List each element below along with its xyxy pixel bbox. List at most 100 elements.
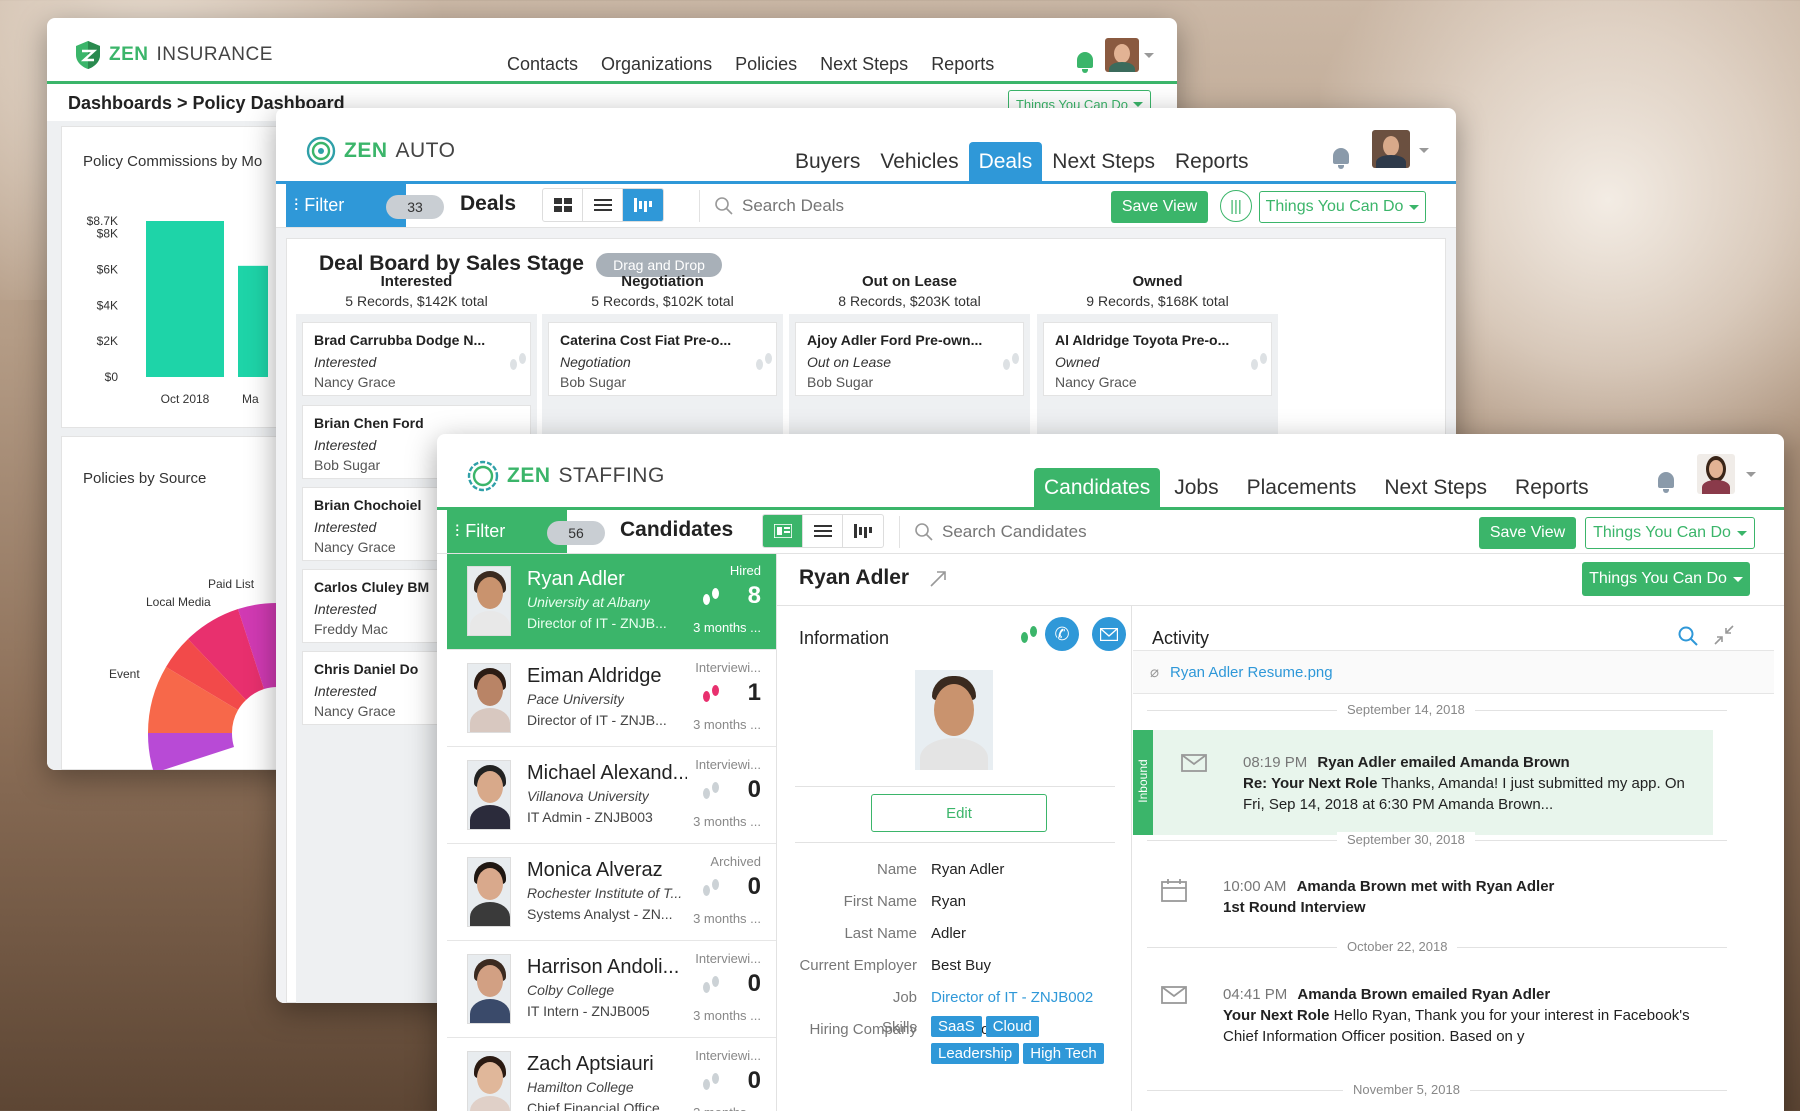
candidate-school: Pace University bbox=[527, 691, 625, 707]
list-view-button[interactable] bbox=[583, 189, 623, 221]
skill-tag[interactable]: Leadership bbox=[931, 1043, 1020, 1064]
candidate-item[interactable]: Eiman Aldridge Pace University Director … bbox=[447, 651, 776, 747]
nav-vehicles[interactable]: Vehicles bbox=[870, 142, 968, 182]
nav-reports[interactable]: Reports bbox=[931, 54, 994, 75]
avatar[interactable] bbox=[1697, 454, 1735, 494]
avatar[interactable] bbox=[1372, 130, 1410, 168]
avatar[interactable] bbox=[1105, 38, 1139, 72]
nav-reports[interactable]: Reports bbox=[1501, 468, 1603, 508]
deal-card[interactable]: Brad Carrubba Dodge N... Interested Nanc… bbox=[302, 322, 531, 396]
footprints-icon[interactable] bbox=[510, 353, 528, 373]
y-tick-label: $8K bbox=[97, 227, 118, 241]
kanban-view-button[interactable] bbox=[843, 515, 883, 547]
filter-label: Filter bbox=[465, 521, 506, 541]
edit-button[interactable]: Edit bbox=[871, 794, 1047, 832]
phone-icon[interactable]: ✆ bbox=[1045, 617, 1079, 651]
auto-toolbar: ⫶ Filter 33 Deals Save View ||| Things Y… bbox=[276, 184, 1456, 228]
paperclip-icon: ⌀ bbox=[1150, 664, 1160, 681]
candidate-age: 3 months ... bbox=[693, 814, 761, 829]
bell-icon[interactable] bbox=[1331, 148, 1351, 170]
skill-tag[interactable]: High Tech bbox=[1023, 1043, 1104, 1064]
attachment-link[interactable]: Ryan Adler Resume.png bbox=[1170, 664, 1333, 681]
chevron-down-icon bbox=[1736, 530, 1747, 536]
candidate-item[interactable]: Ryan Adler University at Albany Director… bbox=[447, 554, 776, 650]
legend-label-paid-list: Paid List bbox=[208, 577, 255, 591]
search-box[interactable] bbox=[899, 516, 1279, 548]
card-view-button[interactable] bbox=[763, 515, 803, 547]
things-you-can-do-button[interactable]: Things You Can Do bbox=[1585, 517, 1755, 549]
nav-next-steps[interactable]: Next Steps bbox=[820, 54, 908, 75]
nav-reports[interactable]: Reports bbox=[1165, 142, 1259, 182]
email-icon bbox=[1161, 986, 1187, 1004]
board-view-button[interactable] bbox=[543, 189, 583, 221]
candidate-photo bbox=[467, 663, 511, 733]
footprints-icon[interactable] bbox=[1021, 626, 1039, 646]
candidate-status: Interviewi... bbox=[695, 951, 761, 966]
list-view-button[interactable] bbox=[803, 515, 843, 547]
skill-tag[interactable]: SaaS bbox=[931, 1016, 982, 1037]
stage-summary: 5 Records, $142K total bbox=[345, 293, 488, 309]
nav-deals[interactable]: Deals bbox=[968, 142, 1043, 182]
chevron-down-icon[interactable] bbox=[1419, 148, 1429, 153]
nav-candidates[interactable]: Candidates bbox=[1034, 468, 1161, 508]
footprints-icon[interactable] bbox=[1251, 353, 1269, 373]
stage-summary: 5 Records, $102K total bbox=[591, 293, 734, 309]
footprints-icon[interactable] bbox=[756, 353, 774, 373]
stage-summary: 9 Records, $168K total bbox=[1086, 293, 1229, 309]
nav-jobs[interactable]: Jobs bbox=[1160, 468, 1232, 508]
nav-contacts[interactable]: Contacts bbox=[507, 54, 578, 75]
candidate-item[interactable]: Harrison Andoli... Colby College IT Inte… bbox=[447, 942, 776, 1038]
bell-icon[interactable] bbox=[1075, 52, 1095, 74]
columns-icon[interactable]: ||| bbox=[1220, 190, 1252, 222]
activity-subject: Your Next Role bbox=[1223, 1007, 1330, 1024]
search-input[interactable] bbox=[742, 192, 1012, 220]
candidate-role: IT Intern - ZNJB005 bbox=[527, 1003, 650, 1019]
candidate-status: Interviewi... bbox=[695, 660, 761, 675]
collapse-icon[interactable] bbox=[1713, 624, 1735, 646]
x-tick-label: Oct 2018 bbox=[161, 392, 210, 406]
list-icon bbox=[813, 525, 832, 537]
email-icon[interactable] bbox=[1092, 617, 1126, 651]
deal-card[interactable]: Al Aldridge Toyota Pre-o... Owned Nancy … bbox=[1043, 322, 1272, 396]
chevron-down-icon[interactable] bbox=[1746, 472, 1756, 477]
search-input[interactable] bbox=[942, 518, 1262, 546]
candidate-item[interactable]: Michael Alexand... Villanova University … bbox=[447, 748, 776, 844]
deal-owner: Nancy Grace bbox=[314, 539, 396, 555]
kanban-view-button[interactable] bbox=[623, 189, 663, 221]
nav-buyers[interactable]: Buyers bbox=[785, 142, 870, 182]
staffing-logo[interactable]: ZEN STAFFING bbox=[467, 460, 665, 492]
search-icon[interactable] bbox=[1678, 626, 1698, 646]
nav-next-steps[interactable]: Next Steps bbox=[1042, 142, 1165, 182]
candidate-item[interactable]: Monica Alveraz Rochester Institute of T.… bbox=[447, 845, 776, 941]
skill-tag[interactable]: Cloud bbox=[985, 1016, 1039, 1037]
search-box[interactable] bbox=[699, 190, 1023, 222]
auto-logo[interactable]: ZEN AUTO bbox=[306, 136, 455, 166]
bar[interactable] bbox=[238, 265, 268, 377]
activity-item[interactable]: 04:41 PM Amanda Brown emailed Ryan Adler… bbox=[1133, 964, 1713, 1046]
activity-item[interactable]: 10:00 AM Amanda Brown met with Ryan Adle… bbox=[1133, 856, 1713, 938]
nav-next-steps[interactable]: Next Steps bbox=[1370, 468, 1501, 508]
deal-card[interactable]: Ajoy Adler Ford Pre-own... Out on Lease … bbox=[795, 322, 1024, 396]
things-you-can-do-button[interactable]: Things You Can Do bbox=[1259, 191, 1426, 223]
activity-headline: Amanda Brown met with Ryan Adler bbox=[1296, 878, 1555, 895]
things-you-can-do-button[interactable]: Things You Can Do bbox=[1582, 562, 1750, 596]
chevron-down-icon[interactable] bbox=[1144, 53, 1154, 58]
bell-icon[interactable] bbox=[1656, 472, 1676, 494]
insurance-logo[interactable]: ZEN INSURANCE bbox=[75, 40, 273, 70]
nav-policies[interactable]: Policies bbox=[735, 54, 797, 75]
candidate-school: Villanova University bbox=[527, 788, 649, 804]
expand-icon[interactable] bbox=[929, 570, 947, 588]
legend-label-local-media: Local Media bbox=[146, 595, 211, 609]
nav-organizations[interactable]: Organizations bbox=[601, 54, 712, 75]
deal-card[interactable]: Caterina Cost Fiat Pre-o... Negotiation … bbox=[548, 322, 777, 396]
field-value[interactable]: Director of IT - ZNJB002 bbox=[931, 989, 1093, 1006]
nav-placements[interactable]: Placements bbox=[1233, 468, 1371, 508]
save-view-button[interactable]: Save View bbox=[1479, 517, 1576, 549]
save-view-button[interactable]: Save View bbox=[1111, 191, 1208, 223]
bar[interactable] bbox=[146, 221, 224, 377]
footprints-icon[interactable] bbox=[1003, 353, 1021, 373]
record-count-badge: 33 bbox=[386, 195, 444, 219]
candidate-item[interactable]: Zach Aptsiauri Hamilton College Chief Fi… bbox=[447, 1039, 776, 1111]
activity-item[interactable]: Inbound 08:19 PM Ryan Adler emailed Aman… bbox=[1133, 730, 1713, 835]
attachment-row[interactable]: ⌀ Ryan Adler Resume.png bbox=[1133, 650, 1774, 694]
